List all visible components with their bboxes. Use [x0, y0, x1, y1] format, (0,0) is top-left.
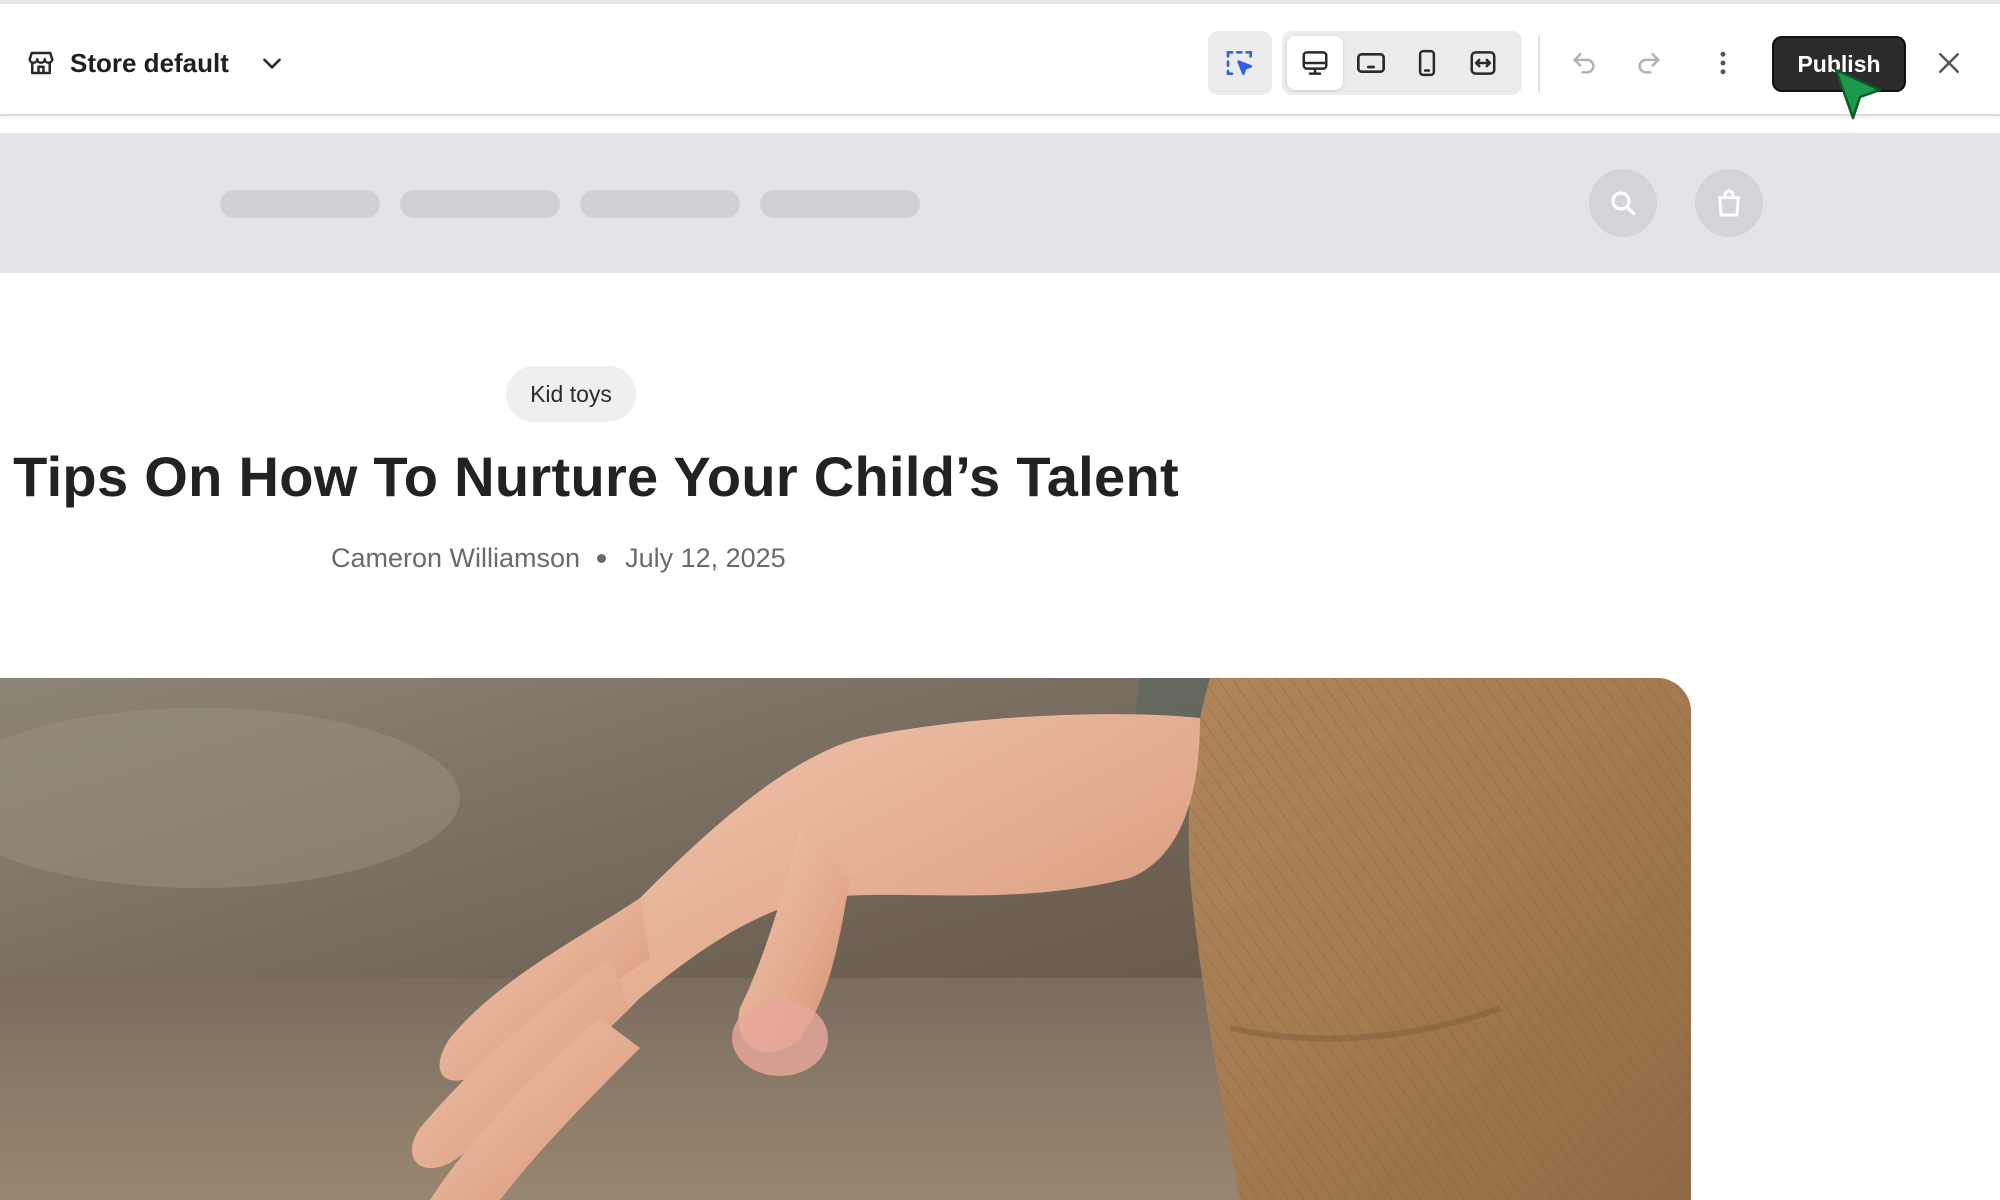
desktop-view-button[interactable] [1287, 36, 1343, 90]
store-cart-button[interactable] [1695, 169, 1763, 237]
editor-toolbar: Store default Publish [0, 0, 2000, 116]
fullwidth-icon [1468, 48, 1498, 78]
nav-placeholder [760, 190, 920, 218]
nav-placeholder [400, 190, 560, 218]
store-header [0, 133, 2000, 273]
undo-button[interactable] [1557, 36, 1611, 90]
shopping-bag-icon [1713, 187, 1745, 219]
tablet-landscape-icon [1355, 47, 1387, 79]
close-editor-button[interactable] [1922, 36, 1976, 90]
nav-placeholder [580, 190, 740, 218]
redo-icon [1634, 48, 1664, 78]
tablet-view-button[interactable] [1343, 36, 1399, 90]
select-cursor-icon [1224, 47, 1256, 79]
device-preview-group [1282, 31, 1522, 95]
more-vertical-icon [1708, 48, 1738, 78]
search-icon [1607, 187, 1639, 219]
more-options-button[interactable] [1696, 36, 1750, 90]
desktop-icon [1300, 48, 1330, 78]
article-hero-image [0, 678, 1691, 1200]
fullwidth-view-button[interactable] [1455, 36, 1511, 90]
select-mode-button[interactable] [1212, 36, 1268, 90]
store-search-button[interactable] [1589, 169, 1657, 237]
redo-button[interactable] [1622, 36, 1676, 90]
article-date: July 12, 2025 [625, 542, 786, 573]
mobile-view-button[interactable] [1399, 36, 1455, 90]
mobile-icon [1412, 48, 1442, 78]
store-name: Store default [70, 47, 229, 78]
undo-icon [1569, 48, 1599, 78]
toolbar-divider [1538, 36, 1540, 92]
article-meta: Cameron Williamson July 12, 2025 [331, 538, 786, 578]
close-icon [1934, 48, 1964, 78]
chevron-down-icon[interactable] [259, 50, 285, 76]
article-author: Cameron Williamson [331, 542, 581, 573]
mouse-cursor-icon [1830, 66, 1886, 127]
nav-placeholder [220, 190, 380, 218]
category-tag[interactable]: Kid toys [506, 366, 636, 422]
store-selector[interactable]: Store default [26, 40, 285, 86]
meta-separator [597, 553, 607, 563]
article-title: Tips On How To Nurture Your Child’s Tale… [13, 445, 1179, 508]
select-tool-group [1208, 31, 1272, 95]
storefront-icon [26, 48, 56, 78]
